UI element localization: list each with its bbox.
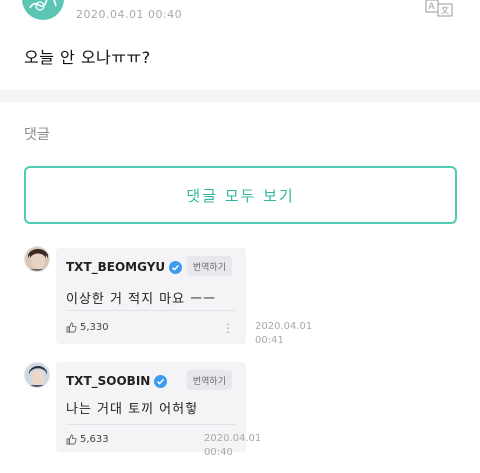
- svg-text:文: 文: [441, 5, 449, 15]
- post: 2020.04.01 00:40 A 文 오늘 안 오나ㅠㅠ?: [0, 0, 480, 90]
- view-all-comments-button[interactable]: 댓글 모두 보기: [24, 166, 457, 224]
- comment-translate-button[interactable]: 번역하기: [186, 256, 232, 276]
- comment-separator: [66, 310, 236, 311]
- comment-translate-button[interactable]: 번역하기: [186, 370, 232, 390]
- comment-author[interactable]: TXT_SOOBIN: [66, 374, 168, 388]
- svg-text:A: A: [429, 2, 436, 12]
- comment-text: 이상한 거 적지 마요 ㅡㅡ: [66, 292, 217, 307]
- post-body: 오늘 안 오나ㅠㅠ?: [24, 48, 151, 67]
- verified-badge-icon: [154, 374, 168, 388]
- like-count: 5,330: [80, 322, 109, 333]
- section-divider: [0, 90, 480, 102]
- comments-heading: 댓글: [24, 127, 50, 143]
- comment-card: TXT_BEOMGYU 번역하기 이상한 거 적지 마요 ㅡㅡ 5,330 ⋮: [56, 248, 246, 344]
- comment-date: 2020.04.01: [255, 321, 313, 332]
- author-name: TXT_SOOBIN: [66, 374, 151, 388]
- more-options-icon[interactable]: ⋮: [222, 322, 234, 334]
- comment-timestamp: 2020.04.01 00:41: [255, 320, 315, 348]
- post-avatar[interactable]: [22, 0, 64, 20]
- signature-icon: [29, 0, 57, 11]
- comment-date: 2020.04.01: [204, 433, 262, 444]
- like-count: 5,633: [80, 434, 109, 445]
- avatar[interactable]: [24, 362, 50, 388]
- comment-author[interactable]: TXT_BEOMGYU: [66, 260, 183, 274]
- verified-badge-icon: [169, 260, 183, 274]
- translate-icon[interactable]: A 文: [424, 0, 456, 18]
- comment-timestamp: 2020.04.01 00:40: [204, 432, 264, 460]
- post-timestamp: 2020.04.01 00:40: [76, 8, 183, 21]
- author-name: TXT_BEOMGYU: [66, 260, 166, 274]
- like-button[interactable]: 5,633: [66, 434, 109, 445]
- comment-separator: [66, 424, 236, 425]
- thumbs-up-icon: [66, 322, 77, 333]
- like-button[interactable]: 5,330: [66, 322, 109, 333]
- thumbs-up-icon: [66, 434, 77, 445]
- avatar[interactable]: [24, 246, 50, 272]
- comment-clock: 00:40: [204, 447, 233, 458]
- comment-text: 나는 거대 토끼 어허헣: [66, 402, 199, 417]
- comment-clock: 00:41: [255, 335, 284, 346]
